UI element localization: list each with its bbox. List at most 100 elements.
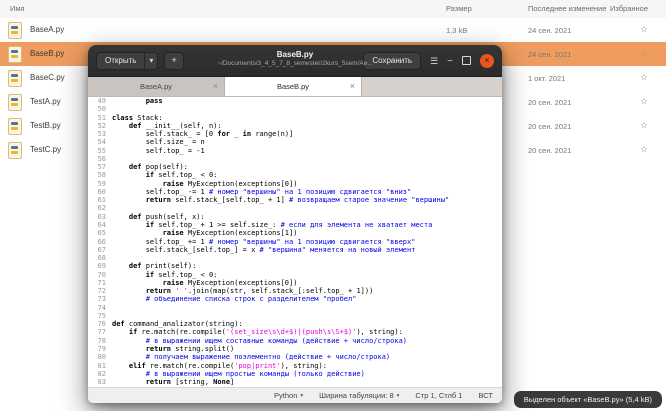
code-lines: 49 pass5051class Stack:52 def __init__(s…	[90, 97, 502, 386]
code-line: class Stack:	[112, 114, 163, 122]
column-header-starred[interactable]: Избранное	[610, 4, 648, 13]
favorite-star-icon[interactable]: ☆	[640, 120, 648, 131]
editor-tab[interactable]: BaseB.py ×	[225, 77, 362, 96]
code-line: self.top_ -= 1 # номер "вершины" на 1 по…	[112, 188, 411, 196]
line-number: 73	[90, 295, 112, 303]
line-number: 65	[90, 229, 112, 237]
cursor-position[interactable]: Стр 1, Стлб 1	[415, 391, 462, 400]
line-number: 53	[90, 130, 112, 138]
python-file-icon	[8, 70, 22, 87]
line-number: 75	[90, 312, 112, 320]
column-header-name[interactable]: Имя	[10, 4, 25, 13]
line-number: 51	[90, 114, 112, 122]
code-line: raise MyException(exceptions[0])	[112, 279, 297, 287]
code-line: return [string, None]	[112, 378, 234, 386]
line-number: 52	[90, 122, 112, 130]
tab-close-icon[interactable]: ×	[213, 80, 218, 92]
file-row[interactable]: BaseA.py1,3 kB24 сен. 2021☆	[0, 18, 666, 42]
line-number: 56	[90, 155, 112, 163]
line-number: 68	[90, 254, 112, 262]
tab-label: BaseB.py	[277, 82, 309, 91]
code-line: if self.top_ + 1 >= self.size_: # если д…	[112, 221, 432, 229]
code-line: if re.match(re.compile('(set_size\s\d+$)…	[112, 328, 403, 336]
code-line: # получаем выражение поэлементно (действ…	[112, 353, 390, 361]
favorite-star-icon[interactable]: ☆	[640, 48, 648, 59]
column-header-modified[interactable]: Последнее изменение	[528, 4, 606, 13]
window-subtitle: ~/Documents/3_4_5_7_8_semester/2kurs_5se…	[217, 60, 373, 68]
code-editor[interactable]: 49 pass5051class Stack:52 def __init__(s…	[88, 97, 502, 387]
column-header-size[interactable]: Размер	[446, 4, 472, 13]
insert-mode-indicator: ВСТ	[478, 391, 493, 400]
code-line: def print(self):	[112, 262, 196, 270]
tab-width-selector[interactable]: Ширина табуляции: 8▾	[319, 391, 399, 400]
caret-down-icon: ▾	[397, 393, 400, 399]
python-file-icon	[8, 46, 22, 63]
tab-bar: BaseA.py × BaseB.py ×	[88, 77, 502, 97]
code-line: def command_analizator(string):	[112, 320, 243, 328]
line-number: 78	[90, 337, 112, 345]
tab-close-icon[interactable]: ×	[350, 80, 355, 92]
code-line: elif re.match(re.compile('pop|print'), s…	[112, 362, 327, 370]
code-line: self.top_ += 1 # номер "вершины" на 1 по…	[112, 238, 415, 246]
close-icon: ×	[484, 55, 489, 65]
maximize-button[interactable]	[462, 56, 471, 65]
file-modified-label: 20 сен. 2021	[528, 146, 571, 155]
file-name-label: TestC.py	[30, 145, 61, 154]
code-line: self.size_ = n	[112, 138, 205, 146]
favorite-star-icon[interactable]: ☆	[640, 144, 648, 155]
favorite-star-icon[interactable]: ☆	[640, 96, 648, 107]
line-number: 49	[90, 97, 112, 105]
line-number: 58	[90, 171, 112, 179]
code-line: # в выражении ищем простые команды (толь…	[112, 370, 365, 378]
code-line: def pop(self):	[112, 163, 188, 171]
screen: Имя Размер Последнее изменение Избранное…	[0, 0, 666, 411]
code-line: def __init__(self, n):	[112, 122, 222, 130]
python-file-icon	[8, 118, 22, 135]
file-name-label: TestA.py	[30, 97, 61, 106]
code-line: if self.top_ < 0:	[112, 171, 217, 179]
code-line: self.top_ = -1	[112, 147, 205, 155]
tab-width-label: Ширина табуляции: 8	[319, 391, 394, 400]
editor-tab[interactable]: BaseA.py ×	[88, 77, 225, 96]
window-title: BaseB.py	[217, 49, 373, 60]
language-selector[interactable]: Python▾	[274, 391, 303, 400]
line-number: 50	[90, 105, 112, 113]
code-line: if self.top_ < 0:	[112, 271, 217, 279]
caret-down-icon: ▾	[300, 393, 303, 399]
open-dropdown-button[interactable]: ▾	[145, 52, 158, 70]
hamburger-icon: ☰	[430, 56, 438, 66]
language-label: Python	[274, 391, 297, 400]
file-list-header: Имя Размер Последнее изменение Избранное	[0, 0, 666, 19]
line-number: 76	[90, 320, 112, 328]
code-line: return self.stack_[self.top_ + 1] # возв…	[112, 196, 449, 204]
gedit-window: Открыть ▾ + BaseB.py ~/Documents/3_4_5_7…	[88, 45, 502, 403]
file-modified-label: 24 сен. 2021	[528, 50, 571, 59]
new-tab-button[interactable]: +	[164, 52, 183, 70]
file-name-label: BaseB.py	[30, 49, 64, 58]
titlebar[interactable]: Открыть ▾ + BaseB.py ~/Documents/3_4_5_7…	[88, 45, 502, 77]
line-number: 72	[90, 287, 112, 295]
line-number: 77	[90, 328, 112, 336]
code-line: # объединение списка строк с разделителе…	[112, 295, 356, 303]
file-name-label: TestB.py	[30, 121, 61, 130]
file-modified-label: 1 окт. 2021	[528, 74, 565, 83]
file-modified-label: 20 сен. 2021	[528, 98, 571, 107]
line-number: 67	[90, 246, 112, 254]
favorite-star-icon[interactable]: ☆	[640, 72, 648, 83]
tab-label: BaseA.py	[140, 82, 172, 91]
line-number: 60	[90, 188, 112, 196]
line-number: 61	[90, 196, 112, 204]
line-number: 69	[90, 262, 112, 270]
code-line: return ' '.join(map(str, self.stack_[:se…	[112, 287, 373, 295]
line-number: 81	[90, 362, 112, 370]
code-line: pass	[112, 97, 163, 105]
open-button[interactable]: Открыть	[96, 52, 145, 70]
close-button[interactable]: ×	[480, 54, 494, 68]
line-number: 70	[90, 271, 112, 279]
menu-button[interactable]: ☰	[430, 60, 438, 61]
minimize-button[interactable]: −	[447, 60, 453, 62]
status-bar: Python▾ Ширина табуляции: 8▾ Стр 1, Стлб…	[88, 387, 502, 403]
window-title-block: BaseB.py ~/Documents/3_4_5_7_8_semester/…	[217, 49, 373, 68]
favorite-star-icon[interactable]: ☆	[640, 24, 648, 35]
line-number: 54	[90, 138, 112, 146]
